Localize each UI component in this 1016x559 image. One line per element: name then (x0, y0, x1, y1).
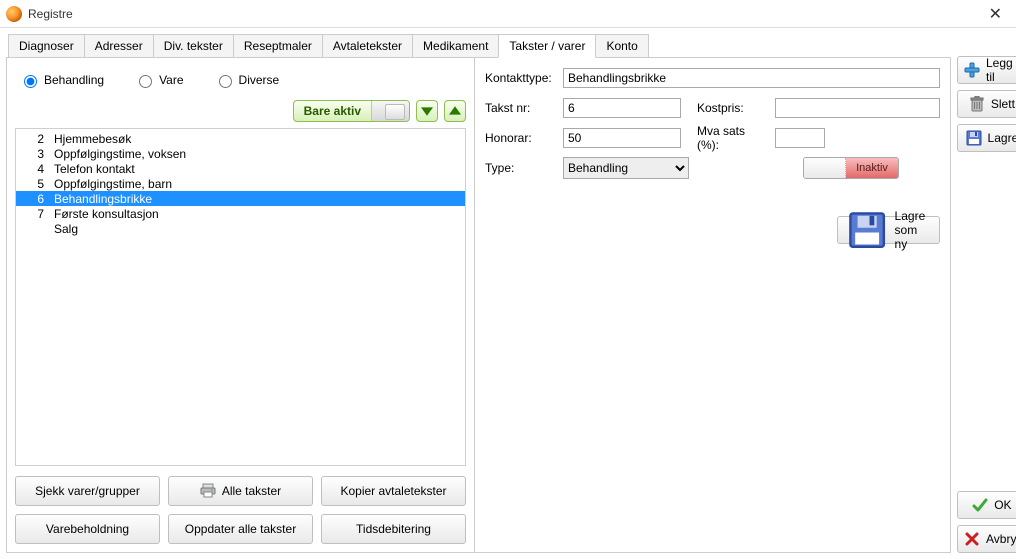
kontakttype-label: Kontakttype: (485, 71, 557, 85)
list-item-name: Salg (54, 222, 459, 236)
type-select[interactable]: Behandling (563, 157, 689, 179)
tab-adresser[interactable]: Adresser (84, 34, 154, 57)
tab-diagnoser[interactable]: Diagnoser (8, 34, 85, 57)
list-item-num: 2 (22, 132, 44, 146)
chevron-down-icon (421, 105, 433, 117)
list-item-num: 3 (22, 147, 44, 161)
x-icon (964, 531, 980, 547)
list-item-name: Telefon kontakt (54, 162, 459, 176)
kopier-avtaletekster-button[interactable]: Kopier avtaletekster (321, 476, 466, 506)
list-item-num: 5 (22, 177, 44, 191)
list-item-name: Behandlingsbrikke (54, 192, 459, 206)
list-item[interactable]: 6 Behandlingsbrikke (16, 191, 465, 206)
varebeholdning-button[interactable]: Varebeholdning (15, 514, 160, 544)
radio-behandling[interactable]: Behandling (19, 72, 104, 88)
tab-reseptmaler[interactable]: Reseptmaler (233, 34, 323, 57)
kostpris-field[interactable] (775, 98, 940, 118)
tab-takster-varer[interactable]: Takster / varer (498, 34, 596, 58)
sjekk-varer-button[interactable]: Sjekk varer/grupper (15, 476, 160, 506)
category-radios: Behandling Vare Diverse (15, 66, 466, 100)
inaktiv-toggle[interactable]: Inaktiv (803, 157, 899, 179)
slett-button[interactable]: Slett (957, 90, 1016, 118)
honorar-field[interactable] (563, 128, 681, 148)
radio-diverse[interactable]: Diverse (214, 72, 280, 88)
mvasats-field[interactable] (775, 128, 825, 148)
legg-til-button[interactable]: Legg til (957, 56, 1016, 84)
mvasats-label: Mva sats (%): (697, 124, 769, 152)
tab-div-tekster[interactable]: Div. tekster (153, 34, 234, 57)
kostpris-label: Kostpris: (697, 101, 769, 115)
ok-button[interactable]: OK (957, 491, 1016, 519)
list-item-num: 7 (22, 207, 44, 221)
save-icon (848, 211, 886, 249)
list-item-name: Oppfølgingstime, voksen (54, 147, 459, 161)
kontakttype-field[interactable] (563, 68, 940, 88)
list-item[interactable]: 3 Oppfølgingstime, voksen (16, 146, 465, 161)
tab-konto[interactable]: Konto (595, 34, 648, 57)
arrow-down-button[interactable] (416, 100, 438, 122)
alle-takster-button[interactable]: Alle takster (168, 476, 313, 506)
tab-medikament[interactable]: Medikament (412, 34, 499, 57)
toggle-switch[interactable] (371, 101, 409, 121)
app-icon (6, 6, 22, 22)
list-item-name: Oppfølgingstime, barn (54, 177, 459, 191)
takstnr-label: Takst nr: (485, 101, 557, 115)
takstnr-field[interactable] (563, 98, 681, 118)
oppdater-alle-button[interactable]: Oppdater alle takster (168, 514, 313, 544)
plus-icon (964, 62, 980, 78)
chevron-up-icon (449, 105, 461, 117)
save-icon (966, 130, 982, 146)
list-item-name: Første konsultasjon (54, 207, 459, 221)
trash-icon (969, 96, 985, 112)
type-label: Type: (485, 161, 557, 175)
close-button[interactable]: ✕ (981, 2, 1010, 26)
avbryt-button[interactable]: Avbryt (957, 525, 1016, 553)
list-item[interactable]: Salg (16, 221, 465, 236)
check-icon (972, 497, 988, 513)
lagre-som-ny-button[interactable]: Lagre som ny (837, 216, 940, 244)
list-item[interactable]: 7 Første konsultasjon (16, 206, 465, 221)
list-item[interactable]: 2 Hjemmebesøk (16, 131, 465, 146)
tab-strip: Diagnoser Adresser Div. tekster Reseptma… (8, 34, 951, 57)
list-item-num: 6 (22, 192, 44, 206)
honorar-label: Honorar: (485, 131, 557, 145)
list-item-name: Hjemmebesøk (54, 132, 459, 146)
list-item[interactable]: 5 Oppfølgingstime, barn (16, 176, 465, 191)
window-title: Registre (28, 7, 981, 21)
takster-list[interactable]: 2 Hjemmebesøk 3 Oppfølgingstime, voksen 4 Tel… (15, 128, 466, 466)
tab-avtaletekster[interactable]: Avtaletekster (322, 34, 413, 57)
arrow-up-button[interactable] (444, 100, 466, 122)
list-item-num: 4 (22, 162, 44, 176)
bare-aktiv-toggle[interactable]: Bare aktiv (293, 100, 410, 122)
tidsdebitering-button[interactable]: Tidsdebitering (321, 514, 466, 544)
list-item[interactable]: 4 Telefon kontakt (16, 161, 465, 176)
printer-icon (200, 483, 216, 499)
titlebar: Registre ✕ (0, 0, 1016, 28)
radio-vare[interactable]: Vare (134, 72, 183, 88)
lagre-button[interactable]: Lagre (957, 124, 1016, 152)
